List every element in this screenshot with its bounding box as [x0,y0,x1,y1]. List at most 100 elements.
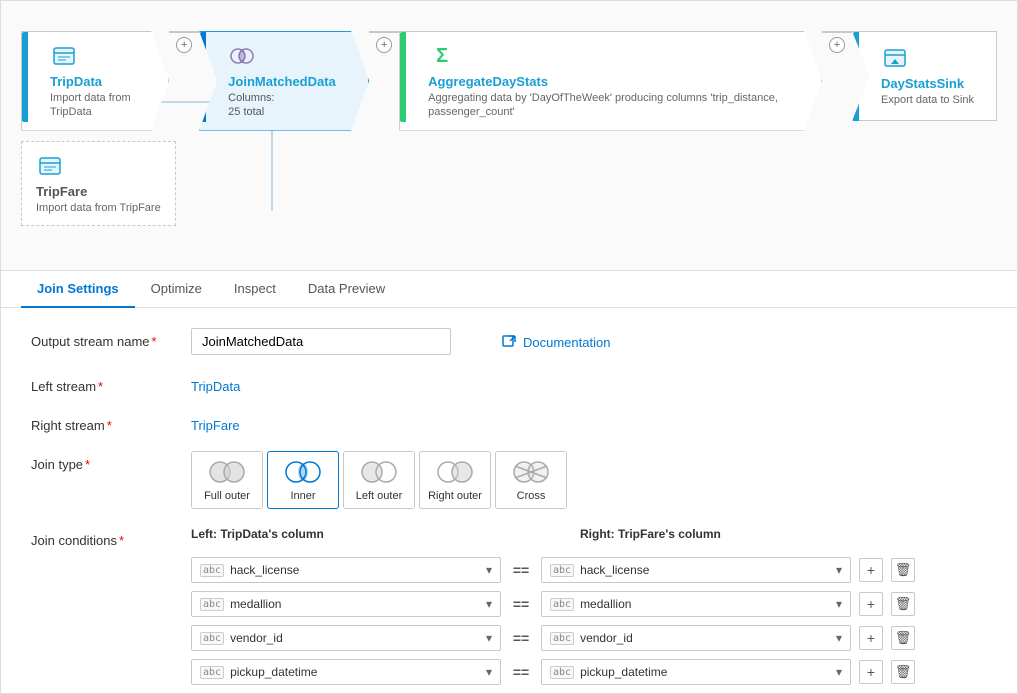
delete-condition-0[interactable]: 🗑 [891,558,915,582]
condition-row-0: abc hack_license ▾ == abc hack_license ▾… [191,557,987,583]
arrow-line-3 [822,31,852,33]
join-type-inner[interactable]: Inner [267,451,339,509]
output-stream-input[interactable] [191,328,451,355]
right-outer-label: Right outer [428,490,482,502]
sink-title: DayStatsSink [881,76,974,91]
connector-2: + [369,31,399,33]
join-conditions-label: Join conditions* [31,527,181,548]
equals-3: == [509,664,533,680]
join-box[interactable]: JoinMatchedData Columns:25 total [199,31,369,131]
plus-btn-3[interactable]: + [829,37,845,53]
tabs-bar: Join Settings Optimize Inspect Data Prev… [1,271,1017,308]
right-condition-0[interactable]: abc hack_license ▾ [541,557,851,583]
inner-icon [281,458,325,486]
pipeline-node-aggregate: Σ AggregateDayStats Aggregating data by … [399,31,822,131]
tripdata-box[interactable]: TripData Import data from TripData [21,31,169,131]
tab-join-settings[interactable]: Join Settings [21,271,135,308]
pipeline-node-join: JoinMatchedData Columns:25 total [199,31,369,131]
left-column-header: Left: TripData's column [191,527,534,541]
right-stream-value[interactable]: TripFare [191,412,240,433]
left-stream-row: Left stream* TripData [31,373,987,394]
trip-fare-subtitle: Import data from TripFare [36,201,161,215]
right-column-header-wrap: Right: TripFare's column [580,527,923,549]
tab-optimize[interactable]: Optimize [135,271,218,308]
arrow-line-1 [169,31,199,33]
left-stream-value[interactable]: TripData [191,373,240,394]
pipeline-node-tripdata: TripData Import data from TripData [21,31,169,131]
condition-row-1: abc medallion ▾ == abc medallion ▾ + 🗑 [191,591,987,617]
left-condition-3[interactable]: abc pickup_datetime ▾ [191,659,501,685]
join-type-right-outer[interactable]: Right outer [419,451,491,509]
condition-row-2: abc vendor_id ▾ == abc vendor_id ▾ + 🗑 [191,625,987,651]
tab-data-preview[interactable]: Data Preview [292,271,401,308]
left-condition-2[interactable]: abc vendor_id ▾ [191,625,501,651]
aggregate-bar [400,32,406,122]
aggregate-icon: Σ [428,42,456,70]
left-outer-label: Left outer [356,490,402,502]
right-outer-icon [433,458,477,486]
full-outer-label: Full outer [204,490,250,502]
left-condition-0[interactable]: abc hack_license ▾ [191,557,501,583]
add-condition-3[interactable]: + [859,660,883,684]
main-container: TripFare Import data from TripFare [0,0,1018,694]
external-link-icon [501,334,517,350]
delete-condition-3[interactable]: 🗑 [891,660,915,684]
join-type-row: Join type* Full outer [31,451,987,509]
plus-btn-1[interactable]: + [176,37,192,53]
plus-btn-2[interactable]: + [376,37,392,53]
arrow-line-2 [369,31,399,33]
join-type-buttons: Full outer Inner [191,451,567,509]
right-stream-row: Right stream* TripFare [31,412,987,433]
left-column-header-wrap: Left: TripData's column [191,527,534,549]
delete-condition-1[interactable]: 🗑 [891,592,915,616]
full-outer-icon [205,458,249,486]
tripdata-bar [22,32,28,122]
aggregate-title: AggregateDayStats [428,74,807,89]
inner-label: Inner [290,490,315,502]
settings-panel: Output stream name* Documentation Left s… [1,308,1017,693]
trip-fare-node[interactable]: TripFare Import data from TripFare [21,141,176,226]
output-stream-row: Output stream name* Documentation [31,328,987,355]
sink-subtitle: Export data to Sink [881,93,974,107]
tab-inspect[interactable]: Inspect [218,271,292,308]
sink-bar [853,32,859,122]
right-condition-3[interactable]: abc pickup_datetime ▾ [541,659,851,685]
pipeline-area: TripFare Import data from TripFare [1,1,1017,271]
join-type-label: Join type* [31,451,181,472]
left-outer-icon [357,458,401,486]
join-icon [228,42,256,70]
aggregate-subtitle: Aggregating data by 'DayOfTheWeek' produ… [428,91,807,120]
delete-condition-2[interactable]: 🗑 [891,626,915,650]
sink-box[interactable]: DayStatsSink Export data to Sink [852,31,997,121]
equals-1: == [509,596,533,612]
condition-row-3: abc pickup_datetime ▾ == abc pickup_date… [191,659,987,685]
left-stream-label: Left stream* [31,373,181,394]
pipeline-nodes: TripData Import data from TripData + [21,31,997,131]
add-condition-1[interactable]: + [859,592,883,616]
cross-icon [509,458,553,486]
connector-1: + [169,31,199,33]
conditions-container: Left: TripData's column Right: TripFare'… [191,527,987,693]
join-type-full-outer[interactable]: Full outer [191,451,263,509]
aggregate-box[interactable]: Σ AggregateDayStats Aggregating data by … [399,31,822,131]
join-type-cross[interactable]: Cross [495,451,567,509]
pipeline-node-sink: DayStatsSink Export data to Sink [852,31,997,121]
add-condition-0[interactable]: + [859,558,883,582]
right-condition-2[interactable]: abc vendor_id ▾ [541,625,851,651]
equals-2: == [509,630,533,646]
add-condition-2[interactable]: + [859,626,883,650]
join-type-left-outer[interactable]: Left outer [343,451,415,509]
join-conditions-row: Join conditions* Left: TripData's column… [31,527,987,693]
right-condition-1[interactable]: abc medallion ▾ [541,591,851,617]
connector-3: + [822,31,852,33]
tripdata-icon [50,42,78,70]
tripdata-subtitle: Import data from TripData [50,91,154,120]
join-bar [200,32,206,122]
right-column-header: Right: TripFare's column [580,527,923,541]
conditions-headers: Left: TripData's column Right: TripFare'… [191,527,987,549]
join-title: JoinMatchedData [228,74,336,89]
equals-0: == [509,562,533,578]
left-condition-1[interactable]: abc medallion ▾ [191,591,501,617]
doc-link[interactable]: Documentation [501,328,610,350]
cross-label: Cross [517,490,546,502]
